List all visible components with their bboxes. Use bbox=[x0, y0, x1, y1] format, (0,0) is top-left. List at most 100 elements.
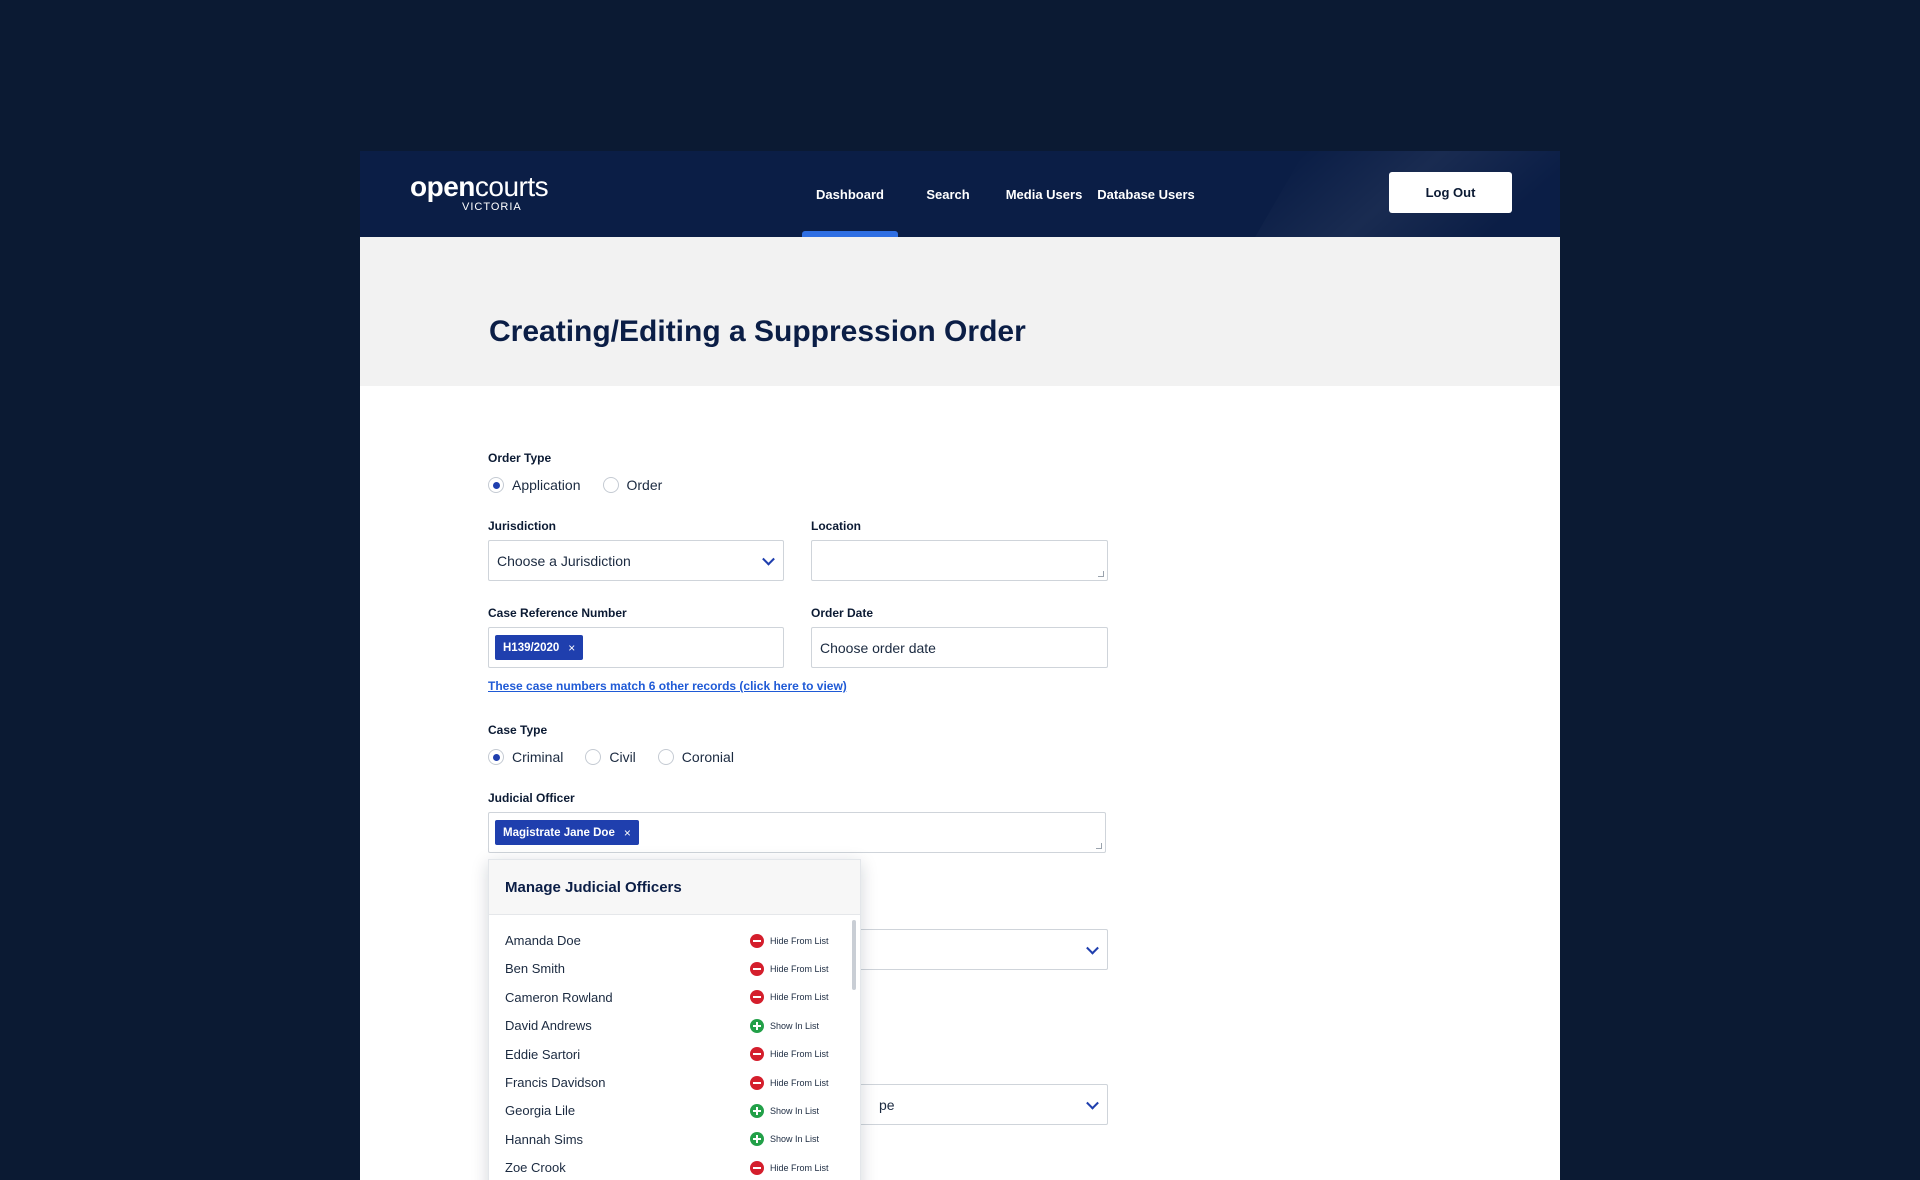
manage-judicial-officers-popup: Manage Judicial Officers Amanda Doe Hide … bbox=[488, 859, 861, 1180]
chip-label: Magistrate Jane Doe bbox=[503, 826, 615, 839]
radio-empty-icon bbox=[657, 749, 674, 765]
minus-circle-icon bbox=[750, 1047, 764, 1062]
location-input[interactable] bbox=[811, 540, 1108, 581]
action-label: Show In List bbox=[770, 1020, 820, 1031]
resize-handle-icon[interactable] bbox=[1098, 571, 1104, 577]
officer-row: Eddie Sartori Hide From List bbox=[505, 1043, 830, 1066]
officer-row: Ben Smith Hide From List bbox=[505, 957, 830, 980]
logo-victoria-text: VICTORIA bbox=[462, 201, 522, 213]
order-type-label: Order Type bbox=[488, 451, 552, 465]
hide-from-list-button[interactable]: Hide From List bbox=[750, 933, 830, 948]
officer-name: Ben Smith bbox=[505, 961, 565, 977]
nav-media-users[interactable]: Media Users bbox=[996, 151, 1092, 237]
hide-from-list-button[interactable]: Hide From List bbox=[750, 1075, 830, 1090]
order-date-label: Order Date bbox=[811, 606, 874, 620]
radio-empty-icon bbox=[585, 749, 602, 765]
action-label: Hide From List bbox=[770, 963, 829, 974]
open-courts-logo[interactable]: opencourts VICTORIA bbox=[410, 171, 549, 214]
radio-label: Criminal bbox=[512, 749, 564, 765]
action-label: Hide From List bbox=[770, 1049, 829, 1060]
judicial-officer-label: Judicial Officer bbox=[488, 791, 575, 805]
location-label: Location bbox=[811, 519, 861, 533]
page-title: Creating/Editing a Suppression Order bbox=[489, 315, 1026, 348]
jurisdiction-label: Jurisdiction bbox=[488, 519, 557, 533]
matching-records-link[interactable]: These case numbers match 6 other records… bbox=[488, 679, 847, 693]
action-label: Hide From List bbox=[770, 1162, 829, 1173]
radio-label: Coronial bbox=[681, 749, 734, 765]
case-reference-chip[interactable]: H139/2020 × bbox=[495, 635, 584, 660]
radio-label: Application bbox=[512, 477, 581, 493]
case-reference-label: Case Reference Number bbox=[488, 606, 627, 620]
chevron-down-icon bbox=[1086, 941, 1099, 955]
hide-from-list-button[interactable]: Hide From List bbox=[750, 961, 830, 976]
minus-circle-icon bbox=[750, 961, 764, 976]
action-label: Hide From List bbox=[770, 1077, 829, 1088]
hide-from-list-button[interactable]: Hide From List bbox=[750, 1047, 830, 1062]
radio-criminal[interactable]: Criminal bbox=[488, 749, 563, 765]
order-date-input[interactable]: Choose order date bbox=[811, 627, 1108, 668]
plus-circle-icon bbox=[750, 1103, 764, 1118]
action-label: Hide From List bbox=[770, 992, 829, 1003]
radio-empty-icon bbox=[602, 477, 619, 493]
action-label: Show In List bbox=[770, 1134, 820, 1145]
radio-order[interactable]: Order bbox=[602, 477, 663, 493]
radio-civil[interactable]: Civil bbox=[585, 749, 636, 765]
officer-name: Hannah Sims bbox=[505, 1131, 584, 1147]
officer-name: Francis Davidson bbox=[505, 1075, 606, 1090]
radio-label: Order bbox=[626, 477, 663, 493]
hide-from-list-button[interactable]: Hide From List bbox=[750, 990, 830, 1005]
order-type-radio-group: Application Order bbox=[488, 477, 684, 493]
case-type-label: Case Type bbox=[488, 723, 548, 737]
officer-name: David Andrews bbox=[505, 1018, 592, 1034]
radio-coronial[interactable]: Coronial bbox=[657, 749, 734, 765]
action-label: Hide From List bbox=[770, 935, 829, 946]
officer-name: Zoe Crook bbox=[505, 1160, 566, 1176]
popup-title: Manage Judicial Officers bbox=[489, 860, 860, 915]
minus-circle-icon bbox=[750, 990, 764, 1005]
chevron-down-icon bbox=[1086, 1096, 1099, 1110]
app-frame: opencourts VICTORIA Dashboard Search Med… bbox=[360, 151, 1560, 1180]
page-title-band: Creating/Editing a Suppression Order bbox=[360, 237, 1560, 386]
log-out-button[interactable]: Log Out bbox=[1389, 172, 1512, 213]
officer-row: Francis Davidson Hide From List bbox=[505, 1071, 830, 1094]
remove-chip-icon[interactable]: × bbox=[568, 641, 575, 655]
officer-name: Georgia Lile bbox=[505, 1103, 576, 1119]
plus-circle-icon bbox=[750, 1018, 764, 1033]
officer-name: Eddie Sartori bbox=[505, 1046, 581, 1062]
officer-row: Georgia Lile Show In List bbox=[505, 1099, 830, 1122]
case-type-radio-group: Criminal Civil Coronial bbox=[488, 749, 756, 765]
jurisdiction-select[interactable]: Choose a Jurisdiction bbox=[488, 540, 784, 581]
case-reference-input[interactable]: H139/2020 × bbox=[488, 627, 784, 668]
resize-handle-icon[interactable] bbox=[1096, 843, 1102, 849]
officer-name: Amanda Doe bbox=[505, 933, 581, 948]
hidden-select-value: pe bbox=[879, 1096, 895, 1113]
officer-row: Hannah Sims Show In List bbox=[505, 1128, 830, 1151]
show-in-list-button[interactable]: Show In List bbox=[750, 1103, 830, 1118]
nav-database-users[interactable]: Database Users bbox=[1092, 151, 1200, 237]
radio-selected-icon bbox=[488, 477, 504, 493]
hide-from-list-button[interactable]: Hide From List bbox=[750, 1160, 830, 1175]
logo-open-text: open bbox=[410, 171, 475, 202]
action-label: Show In List bbox=[770, 1105, 820, 1116]
show-in-list-button[interactable]: Show In List bbox=[750, 1018, 830, 1033]
remove-chip-icon[interactable]: × bbox=[624, 826, 631, 840]
nav-dashboard[interactable]: Dashboard bbox=[802, 151, 898, 237]
officer-row: Amanda Doe Hide From List bbox=[505, 929, 830, 952]
show-in-list-button[interactable]: Show In List bbox=[750, 1132, 830, 1147]
officer-row: Zoe Crook Hide From List bbox=[505, 1156, 830, 1179]
officer-name: Cameron Rowland bbox=[505, 989, 613, 1005]
chip-label: H139/2020 bbox=[503, 641, 560, 654]
judicial-officer-input[interactable]: Magistrate Jane Doe × bbox=[488, 812, 1106, 853]
officer-row: David Andrews Show In List bbox=[505, 1014, 830, 1037]
jurisdiction-value: Choose a Jurisdiction bbox=[497, 552, 631, 569]
radio-selected-icon bbox=[488, 749, 504, 765]
top-navigation-bar: opencourts VICTORIA Dashboard Search Med… bbox=[360, 151, 1560, 237]
nav-search[interactable]: Search bbox=[904, 151, 992, 237]
officer-row: Cameron Rowland Hide From List bbox=[505, 986, 830, 1009]
minus-circle-icon bbox=[750, 1075, 764, 1090]
chevron-down-icon bbox=[762, 552, 775, 566]
radio-application[interactable]: Application bbox=[488, 477, 581, 493]
popup-scrollbar[interactable] bbox=[852, 920, 856, 990]
minus-circle-icon bbox=[750, 933, 764, 948]
judicial-officer-chip[interactable]: Magistrate Jane Doe × bbox=[495, 820, 639, 845]
